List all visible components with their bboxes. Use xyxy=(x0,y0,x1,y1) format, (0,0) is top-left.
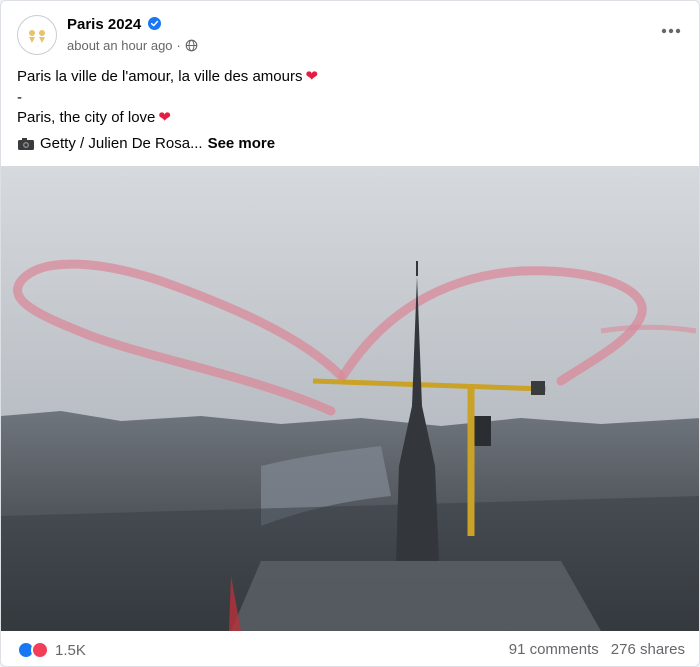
paris-2024-logo-icon: . . xyxy=(29,30,45,48)
post-text-line-2: - xyxy=(17,88,22,106)
heart-emoji-icon: ❤ xyxy=(158,109,171,126)
post-photo[interactable] xyxy=(1,166,700,631)
photo-credit-text: Getty / Julien De Rosa... xyxy=(40,135,203,152)
see-more-link[interactable]: See more xyxy=(208,135,276,152)
reaction-count[interactable]: 1.5K xyxy=(55,642,86,659)
post-text-line: - xyxy=(17,88,677,109)
separator-dot: · xyxy=(176,38,181,53)
shares-count[interactable]: 276 shares xyxy=(611,641,685,658)
post-text-line-3: Paris, the city of love xyxy=(17,109,156,126)
more-options-button[interactable] xyxy=(657,19,685,43)
scaffolding xyxy=(231,561,601,631)
more-options-icon xyxy=(661,28,681,34)
post-header: . . Paris 2024 about an hour ago · xyxy=(17,13,685,57)
reactions-summary[interactable]: 1.5K xyxy=(17,641,86,659)
globe-icon xyxy=(185,39,198,52)
love-reaction-icon xyxy=(31,641,49,659)
engagement-counts: 91 comments 276 shares xyxy=(509,641,685,658)
svg-text:. .: . . xyxy=(35,43,38,48)
post-text-line-1: Paris la ville de l'amour, la ville des … xyxy=(17,68,303,85)
post-meta: about an hour ago · xyxy=(67,38,198,53)
page-name-link[interactable]: Paris 2024 xyxy=(67,16,162,33)
camera-icon xyxy=(18,137,34,150)
verified-badge-icon xyxy=(148,17,162,30)
post-text-line: Paris la ville de l'amour, la ville des … xyxy=(17,67,677,88)
page-name[interactable]: Paris 2024 xyxy=(67,16,141,33)
comments-count[interactable]: 91 comments xyxy=(509,641,599,658)
photo-credit: Getty / Julien De Rosa... See more xyxy=(17,135,275,152)
post-footer: 1.5K 91 comments 276 shares xyxy=(1,631,699,666)
post-card: . . Paris 2024 about an hour ago · Paris… xyxy=(0,0,700,667)
heart-emoji-icon: ❤ xyxy=(305,68,319,85)
post-text-line: Paris, the city of love ❤ xyxy=(17,108,677,129)
page-avatar[interactable]: . . xyxy=(17,15,57,55)
post-timestamp[interactable]: about an hour ago xyxy=(67,38,173,53)
crane-counterweight xyxy=(531,381,545,395)
post-text: Paris la ville de l'amour, la ville des … xyxy=(17,67,677,129)
